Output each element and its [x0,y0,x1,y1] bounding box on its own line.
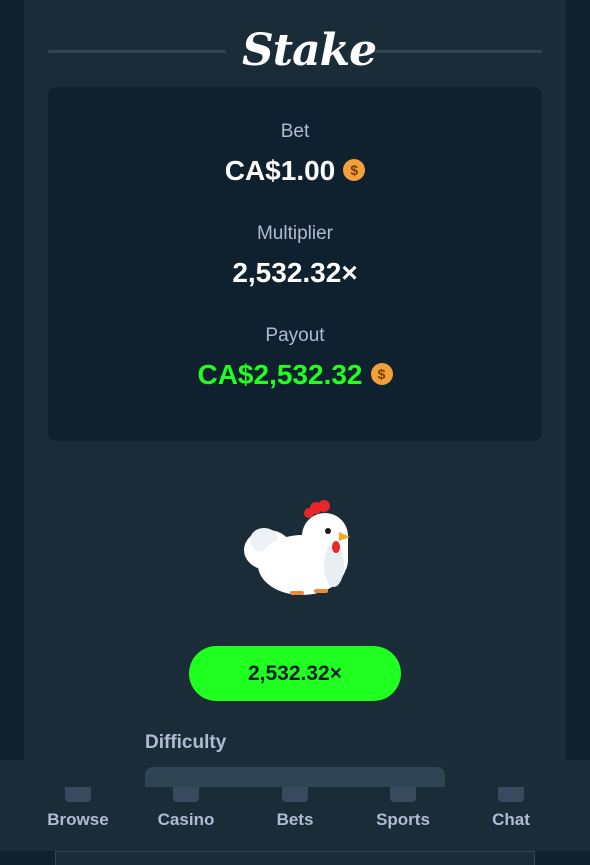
dollar-coin-icon: $ [343,158,366,181]
logo-divider-left [48,50,226,53]
stake-logo: Stake [242,25,377,76]
difficulty-label: Difficulty [145,732,227,753]
logo-divider-right [364,50,542,53]
nav-casino[interactable]: Casino [136,780,236,830]
multiplier-value: 2,532.32× [232,257,358,288]
bet-value-row: CA$1.00 $ [48,155,542,187]
nav-sports-label: Sports [376,810,430,829]
payout-label: Payout [265,325,325,346]
result-multiplier-button[interactable]: 2,532.32× [189,646,401,701]
nav-chat[interactable]: Chat [461,780,561,830]
payout-value: CA$2,532.32 [197,359,363,390]
nav-bets[interactable]: Bets [245,780,345,830]
difficulty-select[interactable] [145,767,445,787]
nav-chat-label: Chat [492,810,530,829]
dollar-coin-icon: $ [370,362,393,385]
chicken-icon [244,500,350,595]
nav-sports[interactable]: Sports [353,780,453,830]
nav-bets-label: Bets [276,810,314,829]
bottom-strip-panel [55,851,535,865]
win-modal: Stake Bet CA$1.00 $ Multiplier 2,532.32× … [24,0,566,787]
payout-value-row: CA$2,532.32 $ [48,359,542,391]
nav-casino-label: Casino [157,810,215,829]
result-card: Bet CA$1.00 $ Multiplier 2,532.32× Payout… [48,87,542,441]
bet-label: Bet [280,121,310,142]
multiplier-label: Multiplier [256,223,334,244]
nav-browse[interactable]: Browse [28,780,128,830]
bet-value: CA$1.00 [224,155,336,186]
nav-browse-label: Browse [47,810,109,829]
